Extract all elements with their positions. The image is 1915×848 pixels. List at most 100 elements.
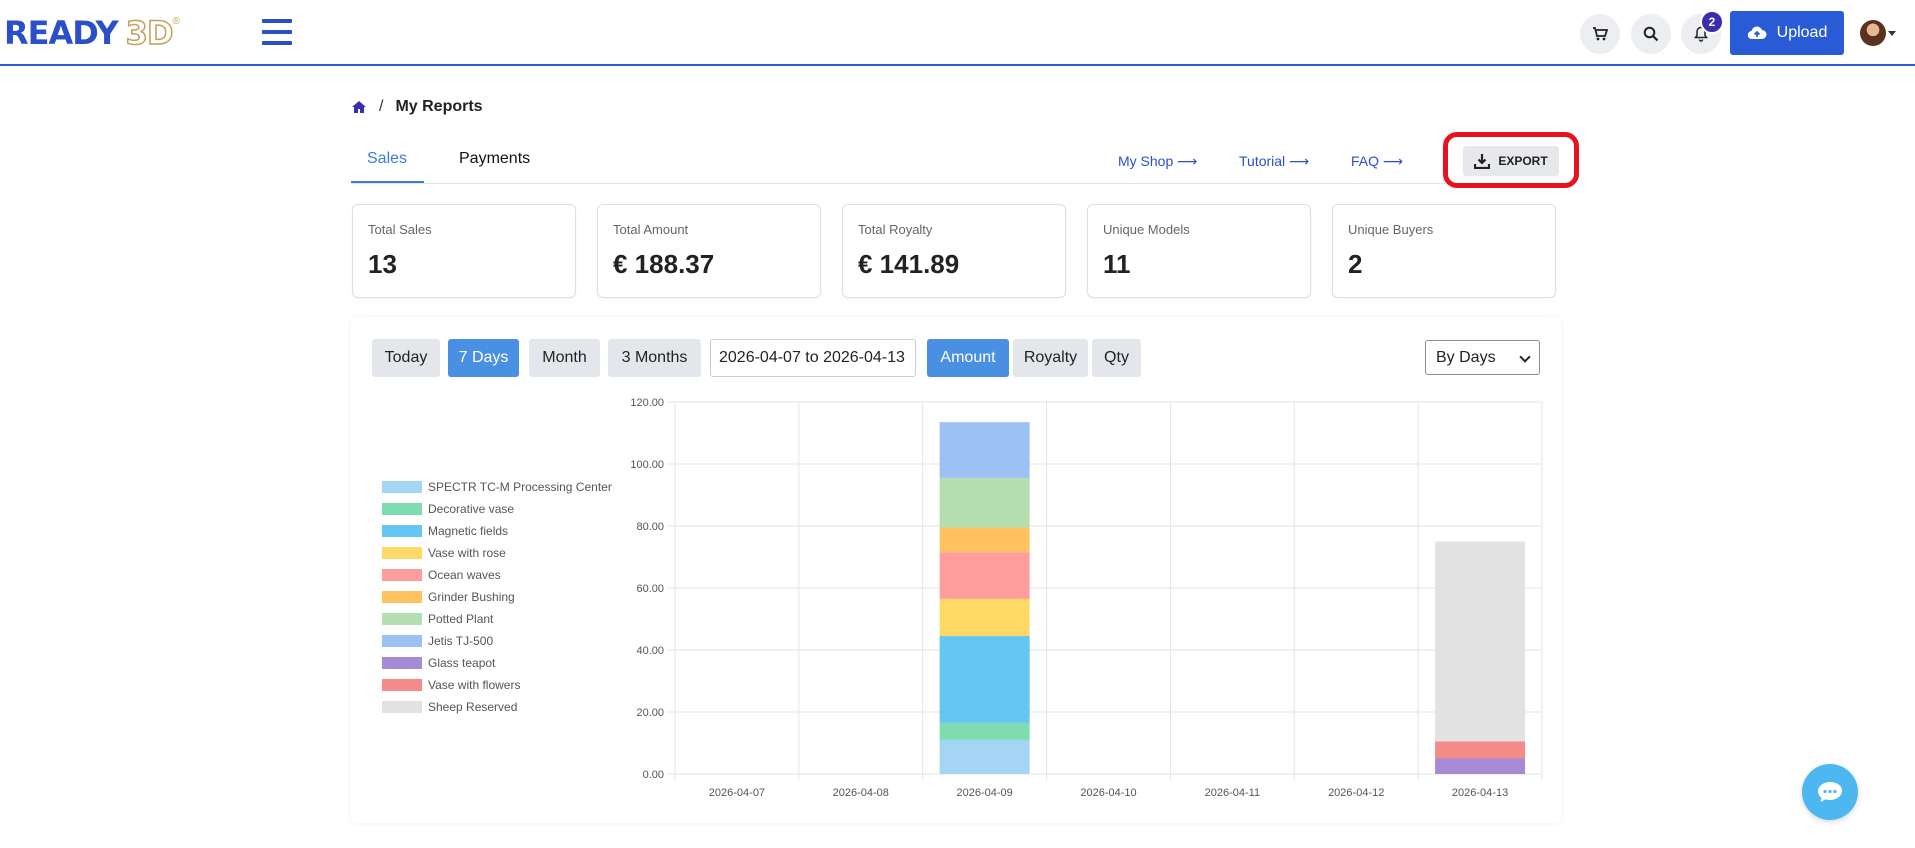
legend-item[interactable]: Decorative vase — [382, 498, 612, 520]
user-avatar[interactable] — [1860, 20, 1886, 46]
bar-segment — [1435, 541, 1526, 742]
bar-segment — [939, 739, 1030, 774]
stat-value: € 141.89 — [858, 249, 960, 279]
legend-item[interactable]: Jetis TJ-500 — [382, 630, 612, 652]
stat-value: 11 — [1103, 249, 1131, 279]
legend-item[interactable]: Potted Plant — [382, 608, 612, 630]
x-tick-label: 2026-04-13 — [1452, 787, 1508, 799]
tab-sales[interactable]: Sales — [367, 150, 407, 184]
bar-segment — [939, 552, 1030, 599]
search-icon — [1643, 26, 1659, 42]
x-tick-label: 2026-04-08 — [833, 787, 889, 799]
y-tick-label: 0.00 — [643, 769, 664, 781]
x-tick-label: 2026-04-09 — [957, 787, 1013, 799]
legend-label: Potted Plant — [428, 612, 494, 626]
stat-value: € 188.37 — [613, 249, 715, 279]
y-tick-label: 120.00 — [630, 397, 664, 409]
legend-label: Ocean waves — [428, 568, 501, 582]
legend-item[interactable]: Sheep Reserved — [382, 696, 612, 718]
stat-label: Unique Models — [1103, 222, 1190, 237]
logo-registered-mark: ® — [172, 16, 180, 27]
legend-item[interactable]: SPECTR TC-M Processing Center — [382, 476, 612, 498]
x-tick-label: 2026-04-10 — [1080, 787, 1136, 799]
stat-label: Unique Buyers — [1348, 222, 1434, 237]
metric-amount-button[interactable]: Amount — [927, 339, 1009, 377]
tutorial-link[interactable]: Tutorial ⟶ — [1239, 153, 1309, 170]
y-tick-label: 20.00 — [636, 707, 664, 719]
period-7days-button[interactable]: 7 Days — [448, 339, 519, 377]
my-shop-link[interactable]: My Shop ⟶ — [1118, 153, 1197, 170]
legend-label: Jetis TJ-500 — [428, 634, 494, 648]
stat-label: Total Amount — [613, 222, 689, 237]
faq-link[interactable]: FAQ ⟶ — [1351, 153, 1403, 170]
legend-label: Magnetic fields — [428, 524, 509, 538]
hamburger-menu-icon[interactable] — [262, 19, 292, 45]
cart-icon — [1593, 27, 1608, 41]
legend-swatch — [382, 503, 422, 515]
stat-value: 2 — [1348, 249, 1363, 279]
bar-segment — [1435, 758, 1526, 774]
period-month-button[interactable]: Month — [529, 339, 600, 377]
bar-segment — [1435, 741, 1526, 759]
bar-segment — [939, 636, 1030, 723]
legend-label: Decorative vase — [428, 502, 515, 516]
period-3months-button[interactable]: 3 Months — [608, 339, 701, 377]
legend-swatch — [382, 679, 422, 691]
search-button[interactable] — [1631, 14, 1671, 54]
legend-item[interactable]: Vase with flowers — [382, 674, 612, 696]
export-button[interactable]: EXPORT — [1463, 146, 1559, 176]
stat-card-unique-buyers: Unique Buyers 2 — [1332, 204, 1556, 298]
legend-label: Vase with rose — [428, 546, 506, 560]
stat-label: Total Sales — [368, 222, 432, 237]
metric-royalty-button[interactable]: Royalty — [1013, 339, 1088, 377]
period-today-button[interactable]: Today — [372, 339, 440, 377]
legend-item[interactable]: Magnetic fields — [382, 520, 612, 542]
legend-item[interactable]: Ocean waves — [382, 564, 612, 586]
home-icon[interactable] — [351, 100, 367, 114]
bar-segment — [939, 477, 1030, 528]
avatar-caret-icon[interactable] — [1888, 31, 1896, 36]
metric-qty-button[interactable]: Qty — [1092, 339, 1141, 377]
group-by-value: By Days — [1436, 348, 1496, 366]
legend-label: Grinder Bushing — [428, 590, 515, 604]
bar-segment — [939, 722, 1030, 740]
legend-label: Glass teapot — [428, 656, 496, 670]
x-tick-label: 2026-04-12 — [1328, 787, 1384, 799]
cart-button[interactable] — [1580, 14, 1620, 54]
export-label: EXPORT — [1498, 154, 1548, 168]
upload-button[interactable]: Upload — [1730, 11, 1844, 55]
cloud-upload-icon — [1747, 26, 1767, 40]
tab-payments[interactable]: Payments — [459, 150, 530, 184]
notification-count-badge: 2 — [1700, 10, 1724, 34]
date-range-input[interactable]: 2026-04-07 to 2026-04-13 — [710, 339, 916, 377]
upload-label: Upload — [1776, 24, 1828, 41]
stat-card-total-sales: Total Sales 13 — [352, 204, 576, 298]
legend-swatch — [382, 525, 422, 537]
legend-swatch — [382, 591, 422, 603]
x-tick-label: 2026-04-11 — [1205, 787, 1260, 799]
stat-label: Total Royalty — [858, 222, 933, 237]
ready3d-logo[interactable]: READY 3D ® — [4, 13, 180, 53]
chevron-down-icon — [1519, 351, 1531, 363]
legend-item[interactable]: Vase with rose — [382, 542, 612, 564]
logo-text-main: READY — [4, 14, 119, 52]
stacked-bar-chart: 0.00 20.00 40.00 60.00 80.00 100.00 120.00 2026… — [630, 397, 1543, 799]
download-icon — [1474, 154, 1491, 169]
legend-item[interactable]: Grinder Bushing — [382, 586, 612, 608]
chat-bubble-icon — [1818, 782, 1842, 802]
y-tick-label: 40.00 — [636, 645, 664, 657]
stat-card-total-amount: Total Amount € 188.37 — [597, 204, 821, 298]
legend-label: SPECTR TC-M Processing Center — [428, 480, 612, 494]
chat-button[interactable] — [1802, 764, 1858, 820]
y-tick-label: 80.00 — [636, 521, 664, 533]
bar-segment — [939, 598, 1030, 637]
group-by-select[interactable]: By Days — [1425, 340, 1540, 375]
legend-item[interactable]: Glass teapot — [382, 652, 612, 674]
active-tab-indicator — [351, 181, 424, 183]
x-tick-label: 2026-04-07 — [709, 787, 765, 799]
legend-swatch — [382, 635, 422, 647]
chart-legend: SPECTR TC-M Processing Center Decorative … — [382, 476, 612, 718]
breadcrumb: / My Reports — [351, 98, 483, 116]
legend-label: Sheep Reserved — [428, 700, 518, 714]
legend-swatch — [382, 481, 422, 493]
